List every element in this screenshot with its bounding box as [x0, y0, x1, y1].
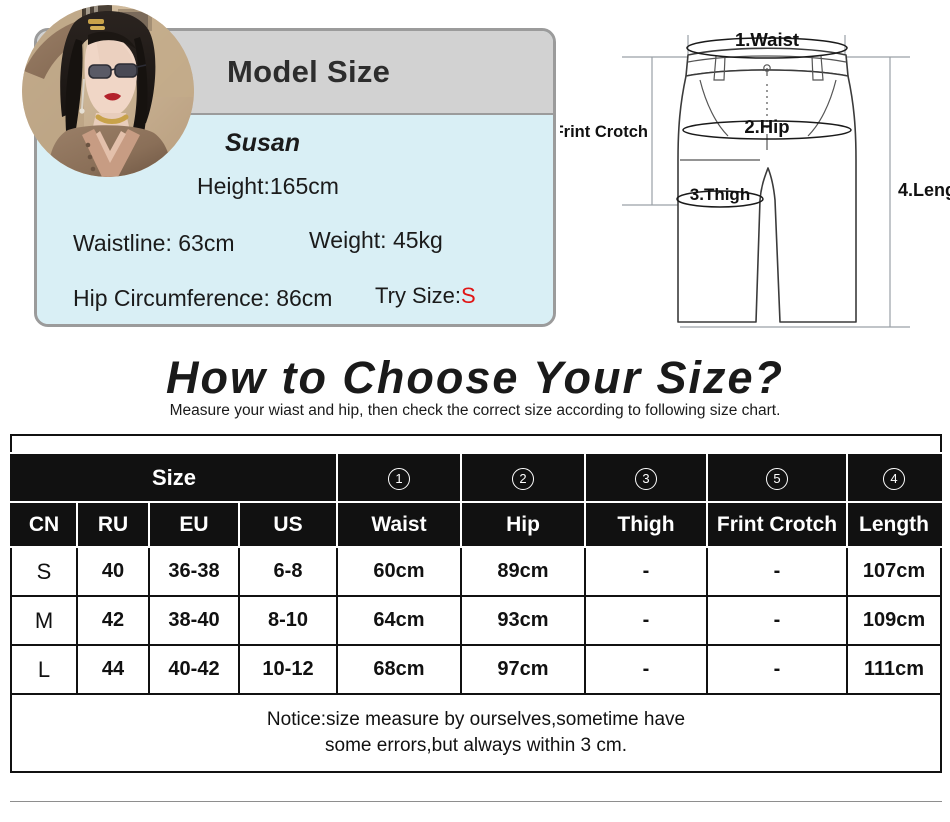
table-row: M 42 38-40 8-10 64cm 93cm - - 109cm	[10, 595, 943, 646]
table-notice-row: Notice:size measure by ourselves,sometim…	[9, 693, 943, 773]
diagram-label-length: 4.Length	[898, 180, 950, 200]
cell-hip: 89cm	[460, 546, 586, 597]
notice-line-2: some errors,but always within 3 cm.	[325, 735, 628, 756]
header-col-hip: Hip	[460, 501, 586, 548]
table-row: L 44 40-42 10-12 68cm 97cm - - 111cm	[10, 644, 943, 695]
model-try-size: Try Size:S	[375, 283, 476, 309]
diagram-label-hip: 2.Hip	[744, 116, 789, 137]
cell-thigh: -	[584, 644, 708, 695]
cell-ru: 42	[76, 595, 150, 646]
model-size-title: Model Size	[227, 54, 391, 89]
cell-hip: 97cm	[460, 644, 586, 695]
cell-waist: 68cm	[336, 644, 462, 695]
pants-measurement-diagram: 1.Waist 2.Hip 3.Thigh 4.Length 5.Frint C…	[560, 0, 950, 345]
cell-length: 111cm	[845, 644, 943, 695]
header-badge-length: 4	[845, 452, 943, 503]
cell-eu: 36-38	[148, 546, 240, 597]
table-label-header-row: CN RU EU US Waist Hip Thigh Frint Crotch…	[10, 501, 943, 548]
cell-thigh: -	[584, 546, 708, 597]
header-col-us: US	[238, 501, 338, 548]
model-hip-circumference: Hip Circumference: 86cm	[73, 285, 333, 311]
page-title: How to Choose Your Size?	[165, 352, 785, 403]
cell-waist: 64cm	[336, 595, 462, 646]
header-col-front-crotch: Frint Crotch	[706, 501, 848, 548]
bottom-divider	[10, 801, 942, 802]
header-col-eu: EU	[148, 501, 240, 548]
header-badge-thigh: 3	[584, 452, 708, 503]
cell-cn: M	[10, 595, 78, 646]
cell-hip: 93cm	[460, 595, 586, 646]
notice-line-1: Notice:size measure by ourselves,sometim…	[266, 709, 686, 731]
header-col-ru: RU	[76, 501, 150, 548]
cell-cn: S	[10, 546, 78, 597]
diagram-label-thigh: 3.Thigh	[690, 185, 750, 204]
cell-ru: 44	[76, 644, 150, 695]
size-chart-table: Size 1 2 3 5 4 CN RU EU US Waist Hip Thi…	[9, 434, 943, 773]
cell-us: 8-10	[238, 595, 338, 646]
table-spacer-row	[11, 435, 942, 454]
cell-thigh: -	[584, 595, 708, 646]
try-size-label: Try Size:	[375, 283, 461, 308]
cell-eu: 38-40	[148, 595, 240, 646]
table-group-header-row: Size 1 2 3 5 4	[10, 452, 943, 503]
header-col-thigh: Thigh	[584, 501, 708, 548]
model-photo-avatar	[22, 5, 194, 177]
header-badge-waist: 1	[336, 452, 462, 503]
table-row: S 40 36-38 6-8 60cm 89cm - - 107cm	[10, 546, 943, 597]
size-chart-body: S 40 36-38 6-8 60cm 89cm - - 107cm M 42 …	[9, 546, 943, 773]
cell-front-crotch: -	[706, 644, 848, 695]
cell-eu: 40-42	[148, 644, 240, 695]
size-chart-head: Size 1 2 3 5 4 CN RU EU US Waist Hip Thi…	[10, 435, 943, 548]
notice-text: Notice:size measure by ourselves,sometim…	[9, 693, 943, 773]
header-badge-front-crotch: 5	[706, 452, 848, 503]
cell-front-crotch: -	[706, 546, 848, 597]
header-size-group: Size	[10, 452, 338, 503]
cell-length: 109cm	[845, 595, 943, 646]
model-name: Susan	[225, 129, 301, 157]
try-size-value: S	[460, 283, 476, 308]
diagram-label-waist: 1.Waist	[735, 29, 799, 50]
cell-us: 6-8	[238, 546, 338, 597]
diagram-label-front-crotch: 5.Frint Crotch	[560, 123, 648, 141]
model-waistline: Waistline: 63cm	[73, 230, 235, 256]
cell-us: 10-12	[238, 644, 338, 695]
cell-length: 107cm	[845, 546, 943, 597]
cell-cn: L	[10, 644, 78, 695]
header-col-length: Length	[845, 501, 943, 548]
header-col-cn: CN	[10, 501, 78, 548]
header-col-waist: Waist	[336, 501, 462, 548]
model-weight: Weight: 45kg	[309, 227, 443, 253]
model-height: Height:165cm	[197, 173, 339, 199]
header-badge-hip: 2	[460, 452, 586, 503]
cell-ru: 40	[76, 546, 150, 597]
cell-waist: 60cm	[336, 546, 462, 597]
cell-front-crotch: -	[706, 595, 848, 646]
page-subtitle: Measure your wiast and hip, then check t…	[169, 402, 781, 419]
